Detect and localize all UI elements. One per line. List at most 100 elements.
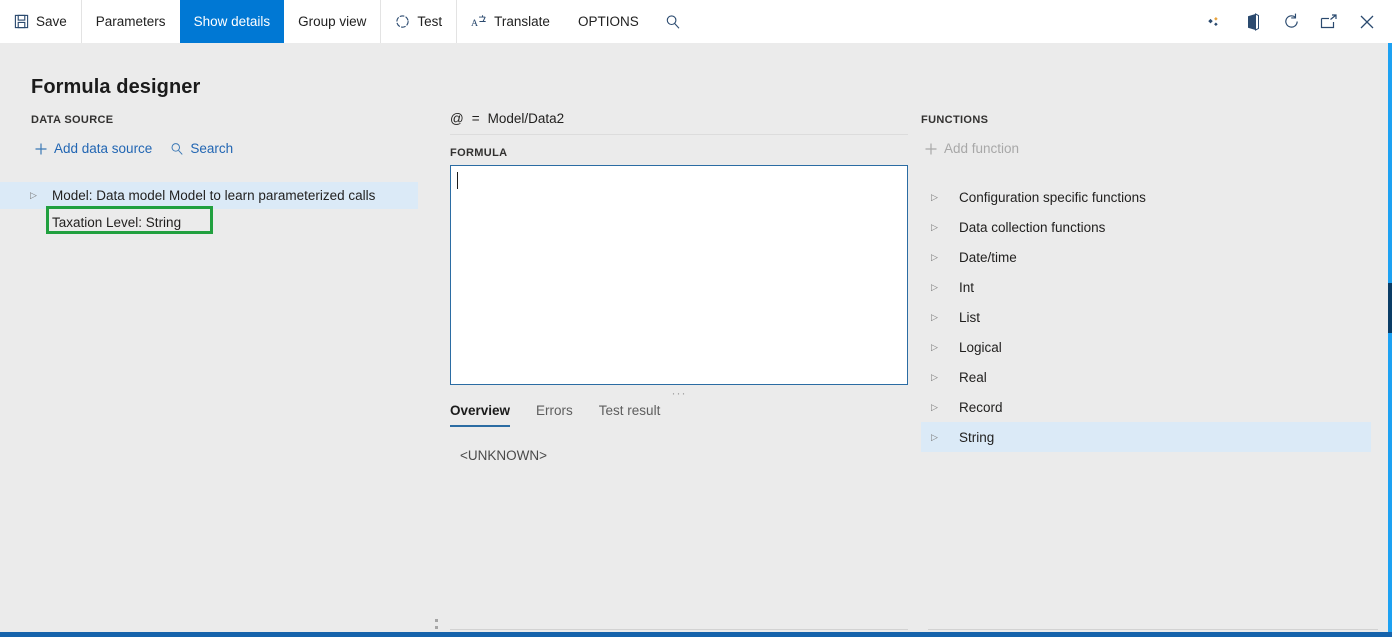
chevron-right-icon[interactable]: ▷	[931, 222, 959, 233]
tab-errors[interactable]: Errors	[536, 403, 573, 427]
translate-button-label: Translate	[494, 14, 550, 29]
data-source-tree: ▷ Model: Data model Model to learn param…	[0, 182, 418, 236]
fn-row-label: Record	[959, 399, 1003, 415]
data-source-actions: Add data source Search	[34, 141, 233, 156]
page-body: Formula designer DATA SOURCE Add data so…	[0, 43, 1392, 637]
test-button[interactable]: Test	[380, 0, 456, 43]
fn-row-label: Real	[959, 369, 987, 385]
binding-equals-symbol: =	[471, 111, 480, 126]
fn-row-label: Data collection functions	[959, 219, 1106, 235]
formula-panel: @ = Model/Data2 FORMULA ··· Overview Err…	[442, 103, 912, 631]
fn-row-label: List	[959, 309, 981, 325]
chevron-right-icon[interactable]: ▷	[931, 372, 959, 383]
add-function-label: Add function	[944, 141, 1020, 156]
text-caret	[457, 172, 458, 189]
tab-overview[interactable]: Overview	[450, 403, 511, 427]
parameters-button[interactable]: Parameters	[80, 0, 180, 43]
fn-row-label: Configuration specific functions	[959, 189, 1146, 205]
progress-circle-icon	[395, 14, 410, 29]
data-source-section-label: DATA SOURCE	[31, 114, 114, 126]
data-source-search-label: Search	[190, 141, 234, 156]
data-source-search-button[interactable]: Search	[170, 141, 233, 156]
binding-path: Model/Data2	[487, 111, 565, 126]
tree-row-taxation-level[interactable]: Taxation Level: String	[0, 209, 418, 236]
formula-resize-grip[interactable]: ···	[450, 387, 908, 399]
office-app-icon[interactable]	[1234, 0, 1272, 43]
chevron-right-icon[interactable]: ▷	[931, 282, 959, 293]
formula-input[interactable]	[450, 165, 908, 385]
fn-row-data-collection-functions[interactable]: ▷ Data collection functions	[921, 212, 1371, 242]
chevron-right-icon[interactable]: ▷	[931, 192, 959, 203]
save-icon	[14, 14, 29, 29]
formula-tabs: Overview Errors Test result	[450, 403, 660, 427]
tree-row-model[interactable]: ▷ Model: Data model Model to learn param…	[0, 182, 418, 209]
fn-row-list[interactable]: ▷ List	[921, 302, 1371, 332]
tree-row-taxation-level-label: Taxation Level: String	[52, 215, 182, 230]
save-button-label: Save	[36, 14, 67, 29]
command-bar-right-group	[1196, 0, 1392, 43]
tab-overview-label: Overview	[450, 403, 511, 418]
functions-section-label: FUNCTIONS	[921, 114, 989, 126]
functions-panel: FUNCTIONS Add function ▷ Configuration s…	[921, 103, 1381, 631]
add-function-button[interactable]: Add function	[924, 141, 1019, 156]
tab-errors-label: Errors	[536, 403, 573, 418]
search-icon	[170, 142, 184, 156]
plus-icon	[924, 142, 938, 156]
fn-row-label: String	[959, 429, 995, 445]
test-button-label: Test	[417, 14, 443, 29]
show-details-button[interactable]: Show details	[179, 0, 285, 43]
settings-diamond-icon[interactable]	[1196, 0, 1234, 43]
svg-text:A: A	[471, 18, 478, 29]
command-bar-left-group: Save Parameters Show details Group view …	[0, 0, 693, 43]
scrollbar-thumb[interactable]	[1388, 283, 1392, 333]
add-data-source-label: Add data source	[54, 141, 153, 156]
overview-content: <UNKNOWN>	[460, 448, 548, 463]
chevron-right-icon[interactable]: ▷	[931, 402, 959, 413]
formula-section-label: FORMULA	[450, 147, 508, 159]
tab-test-result[interactable]: Test result	[599, 403, 661, 427]
translate-button[interactable]: A Translate	[456, 0, 564, 43]
chevron-right-icon[interactable]: ▷	[30, 190, 52, 201]
options-button-label: OPTIONS	[577, 14, 639, 29]
bottom-accent-bar	[0, 632, 1392, 637]
fn-row-real[interactable]: ▷ Real	[921, 362, 1371, 392]
parameters-button-label: Parameters	[95, 14, 166, 29]
plus-icon	[34, 142, 48, 156]
command-bar-spacer	[693, 0, 1196, 43]
panel-splitter[interactable]	[430, 103, 442, 636]
command-bar-search-button[interactable]	[653, 0, 693, 43]
fn-row-label: Logical	[959, 339, 1002, 355]
options-button[interactable]: OPTIONS	[564, 0, 653, 43]
formula-panel-divider	[450, 629, 908, 630]
fn-row-date-time[interactable]: ▷ Date/time	[921, 242, 1371, 272]
binding-at-symbol: @	[450, 111, 464, 126]
add-data-source-button[interactable]: Add data source	[34, 141, 152, 156]
translate-icon: A	[471, 14, 487, 29]
group-view-button-label: Group view	[298, 14, 367, 29]
tab-test-result-label: Test result	[598, 403, 661, 418]
fn-row-logical[interactable]: ▷ Logical	[921, 332, 1371, 362]
vertical-scrollbar[interactable]	[1388, 43, 1392, 637]
fn-row-int[interactable]: ▷ Int	[921, 272, 1371, 302]
command-bar: Save Parameters Show details Group view …	[0, 0, 1392, 44]
fn-row-label: Date/time	[959, 249, 1017, 265]
popout-icon[interactable]	[1310, 0, 1348, 43]
chevron-right-icon[interactable]: ▷	[931, 432, 959, 443]
chevron-right-icon[interactable]: ▷	[931, 312, 959, 323]
fn-row-configuration-specific-functions[interactable]: ▷ Configuration specific functions	[921, 182, 1371, 212]
page-title: Formula designer	[31, 76, 201, 98]
tree-row-model-label: Model: Data model Model to learn paramet…	[52, 188, 376, 203]
save-button[interactable]: Save	[0, 0, 81, 43]
refresh-icon[interactable]	[1272, 0, 1310, 43]
functions-list: ▷ Configuration specific functions ▷ Dat…	[921, 182, 1371, 452]
functions-panel-divider	[928, 629, 1378, 630]
fn-row-string[interactable]: ▷ String	[921, 422, 1371, 452]
search-icon	[665, 14, 681, 30]
data-source-panel: DATA SOURCE Add data source Search ▷ Mod…	[0, 103, 430, 631]
chevron-right-icon[interactable]: ▷	[931, 342, 959, 353]
group-view-button[interactable]: Group view	[284, 0, 380, 43]
fn-row-label: Int	[959, 279, 975, 295]
fn-row-record[interactable]: ▷ Record	[921, 392, 1371, 422]
close-icon[interactable]	[1348, 0, 1386, 43]
chevron-right-icon[interactable]: ▷	[931, 252, 959, 263]
